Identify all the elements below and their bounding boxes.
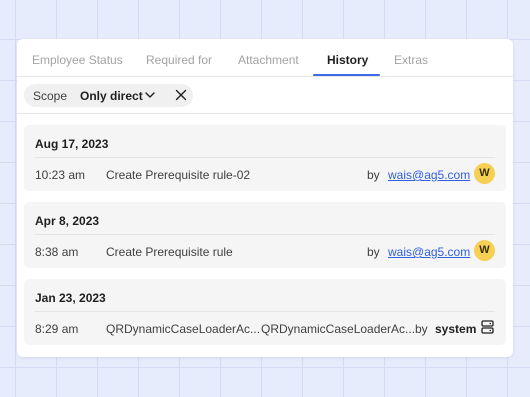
tab-attachment[interactable]: Attachment	[238, 53, 299, 67]
user-avatar[interactable]: W	[474, 163, 495, 184]
entry-date: Aug 17, 2023	[35, 137, 109, 151]
entry-user-link[interactable]: wais@ag5.com	[388, 245, 470, 259]
entry-action: QRDynamicCaseLoaderAc...	[106, 322, 261, 336]
tab-employee-status[interactable]: Employee Status	[32, 53, 123, 67]
filter-bar: Scope Only direct	[17, 77, 513, 114]
server-icon	[481, 320, 494, 334]
entry-time: 10:23 am	[35, 168, 86, 182]
history-entry: Aug 17, 2023 10:23 am Create Prerequisit…	[24, 125, 506, 191]
user-avatar[interactable]: W	[474, 240, 495, 261]
entry-divider	[35, 157, 495, 158]
entry-date: Apr 8, 2023	[35, 214, 100, 228]
entry-divider	[35, 234, 495, 235]
close-icon[interactable]	[175, 89, 187, 101]
entry-action: Create Prerequisite rule-02	[106, 168, 251, 182]
scope-label: Scope	[33, 89, 68, 103]
history-entry: Jan 23, 2023 8:29 am QRDynamicCaseLoader…	[24, 279, 506, 345]
entry-action-detail: QRDynamicCaseLoaderAc...	[261, 322, 416, 336]
tab-bar: Employee Status Required for Attachment …	[17, 39, 513, 77]
scope-value[interactable]: Only direct	[80, 89, 143, 103]
entry-time: 8:38 am	[35, 245, 79, 259]
entry-by-label: by	[367, 168, 380, 182]
chevron-down-icon[interactable]	[144, 87, 156, 103]
active-tab-indicator	[313, 74, 380, 76]
scope-filter-chip[interactable]: Scope Only direct	[24, 84, 193, 107]
entry-by-label: by	[367, 245, 380, 259]
entry-divider	[35, 311, 495, 312]
tab-history[interactable]: History	[327, 53, 368, 67]
history-panel: Employee Status Required for Attachment …	[17, 39, 513, 357]
entry-time: 8:29 am	[35, 322, 79, 336]
entry-action: Create Prerequisite rule	[106, 245, 233, 259]
entry-date: Jan 23, 2023	[35, 291, 106, 305]
tab-extras[interactable]: Extras	[394, 53, 428, 67]
entry-user-system: system	[435, 322, 477, 336]
entry-by-label: by	[415, 322, 428, 336]
tab-required-for[interactable]: Required for	[146, 53, 212, 67]
entry-user-link[interactable]: wais@ag5.com	[388, 168, 470, 182]
history-entry: Apr 8, 2023 8:38 am Create Prerequisite …	[24, 202, 506, 268]
